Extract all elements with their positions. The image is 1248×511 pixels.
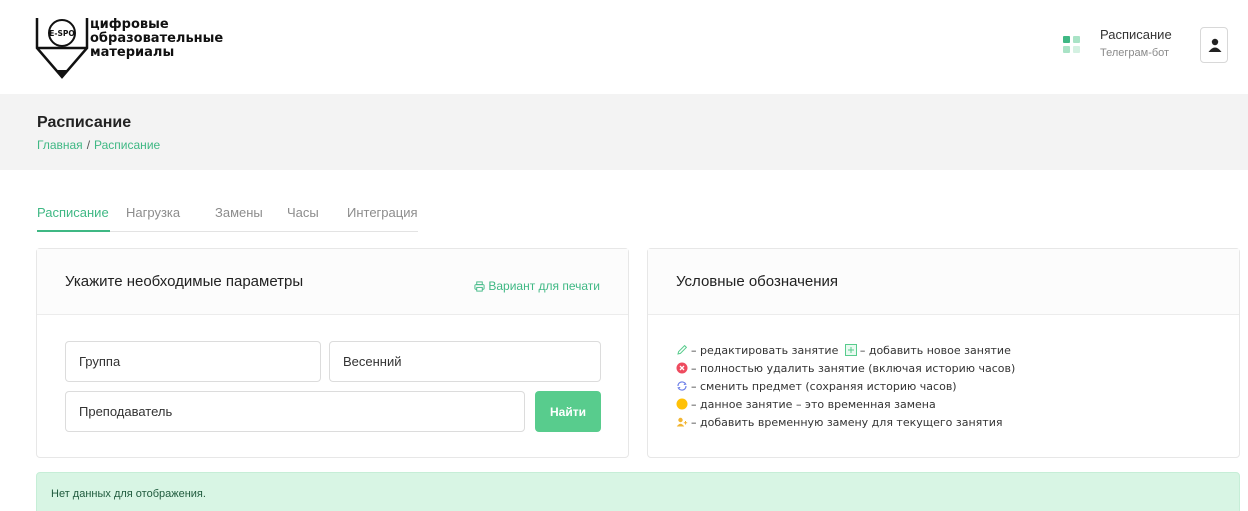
logo-pencil-icon: E-SPO	[35, 18, 89, 79]
params-title: Укажите необходимые параметры	[65, 273, 304, 290]
logo[interactable]: E-SPO цифровые образовательные материалы	[34, 15, 234, 81]
page-header: Расписание Главная / Расписание	[0, 94, 1248, 170]
printer-icon	[474, 281, 485, 292]
breadcrumb: Главная / Расписание	[37, 138, 160, 152]
breadcrumb-separator: /	[86, 138, 91, 152]
legend-row-change: – сменить предмет (сохраняя историю часо…	[676, 378, 1015, 396]
logo-line-1: цифровые	[90, 17, 169, 32]
semester-select[interactable]: Весенний	[329, 341, 601, 382]
plus-square-icon	[844, 344, 857, 356]
legend-delete-text: – полностью удалить занятие (включая ист…	[691, 362, 1016, 375]
legend-row-delete: – полностью удалить занятие (включая ист…	[676, 360, 1015, 378]
swap-icon	[677, 381, 687, 391]
legend-row-add-temp: – добавить временную замену для текущего…	[676, 414, 1015, 432]
add-user-icon	[676, 417, 688, 427]
tab-hours[interactable]: Часы	[287, 205, 319, 220]
params-card-header: Укажите необходимые параметры Вариант дл…	[37, 249, 628, 315]
temp-dot-icon	[676, 398, 688, 410]
legend-temp-text: – данное занятие – это временная замена	[691, 398, 936, 411]
logo-line-2: образовательные	[90, 31, 224, 46]
teacher-select[interactable]: Преподаватель	[65, 391, 525, 432]
legend-row-temp: – данное занятие – это временная замена	[676, 396, 1015, 414]
tab-load[interactable]: Нагрузка	[126, 205, 180, 220]
legend-add-text: – добавить новое занятие	[859, 344, 1011, 357]
legend-row-edit-add: – редактировать занятие – добавить новое…	[676, 342, 1015, 360]
logo-line-3: материалы	[90, 45, 175, 60]
no-data-alert: Нет данных для отображения.	[36, 472, 1240, 511]
app-switcher[interactable]: Расписание Телеграм-бот	[1100, 27, 1172, 61]
legend-list: – редактировать занятие – добавить новое…	[676, 342, 1015, 432]
print-version-link[interactable]: Вариант для печати	[474, 279, 600, 293]
breadcrumb-current[interactable]: Расписание	[94, 138, 160, 152]
app-title: Расписание	[1100, 27, 1172, 42]
legend-title: Условные обозначения	[676, 273, 839, 290]
app-subtitle: Телеграм-бот	[1100, 47, 1170, 59]
legend-add-temp-text: – добавить временную замену для текущего…	[691, 416, 1003, 429]
tab-schedule[interactable]: Расписание	[37, 205, 109, 220]
legend-change-text: – сменить предмет (сохраняя историю часо…	[691, 380, 957, 393]
active-tab-indicator	[37, 230, 110, 232]
delete-circle-icon	[676, 362, 688, 374]
params-card: Укажите необходимые параметры Вариант дл…	[36, 248, 629, 458]
legend-card-header: Условные обозначения	[648, 249, 1239, 315]
print-version-label: Вариант для печати	[488, 279, 600, 293]
legend-card: Условные обозначения – редактировать зан…	[647, 248, 1240, 458]
group-select[interactable]: Группа	[65, 341, 321, 382]
no-data-text: Нет данных для отображения.	[51, 488, 206, 500]
tab-replacements[interactable]: Замены	[215, 205, 263, 220]
top-bar: E-SPO цифровые образовательные материалы…	[0, 0, 1248, 94]
find-button[interactable]: Найти	[535, 391, 601, 432]
user-icon	[1208, 38, 1222, 52]
logo-badge-text: E-SPO	[49, 29, 75, 38]
legend-edit-text: – редактировать занятие	[691, 344, 839, 357]
tab-bar: Расписание Нагрузка Замены Часы Интеграц…	[37, 205, 418, 232]
user-menu-button[interactable]	[1200, 27, 1228, 63]
pencil-icon	[677, 344, 688, 355]
tab-integration[interactable]: Интеграция	[347, 205, 418, 220]
page-title: Расписание	[37, 114, 132, 131]
logo-text: цифровые образовательные материалы	[90, 18, 223, 60]
breadcrumb-home[interactable]: Главная	[37, 138, 83, 152]
apps-grid-icon[interactable]	[1063, 36, 1081, 54]
